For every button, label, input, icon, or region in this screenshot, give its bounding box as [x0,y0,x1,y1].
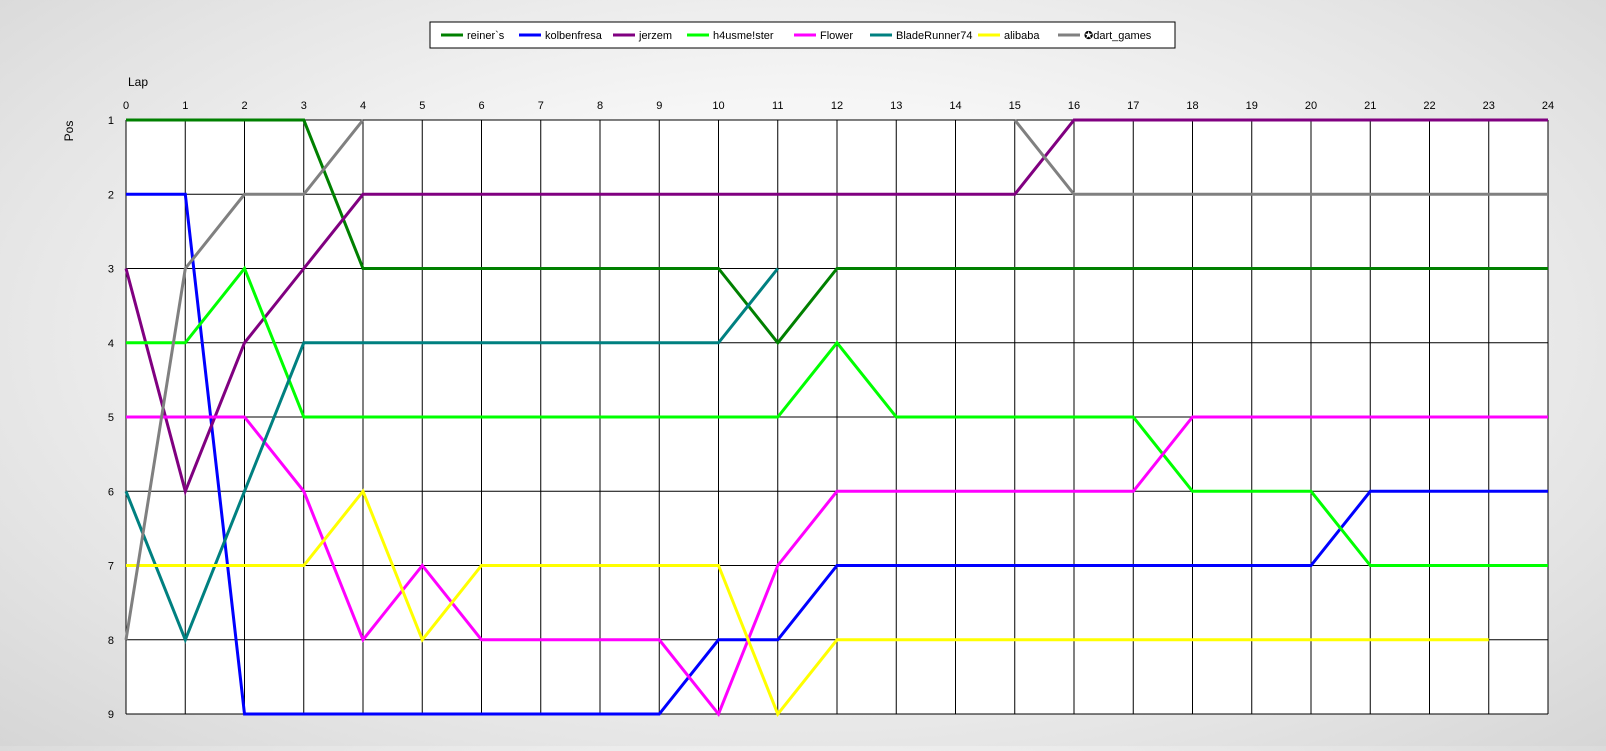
race-position-chart: Lap Pos 0 1 2 3 4 5 6 7 8 9 10 11 12 13 14 15 16 17 18 19 20… [62,21,1554,721]
y-tick-label: 4 [108,338,114,350]
legend-label-kolbenfresa: kolbenfresa [545,30,603,42]
x-tick-label: 22 [1423,100,1435,112]
legend-label-bladerunner74: BladeRunner74 [896,30,972,42]
x-tick-label: 7 [538,100,544,112]
x-tick-label: 19 [1246,100,1258,112]
x-tick-label: 6 [478,100,484,112]
x-tick-label: 18 [1186,100,1198,112]
y-tick-label: 6 [108,486,114,498]
y-tick-label: 8 [108,635,114,647]
x-tick-label: 13 [890,100,902,112]
legend-label-dart-games: ✪dart_games [1084,30,1152,42]
y-tick-label: 3 [108,264,114,276]
x-tick-label: 23 [1483,100,1495,112]
x-tick-label: 1 [182,100,188,112]
y-tick-label: 7 [108,561,114,573]
y-tick-label: 9 [108,709,114,721]
y-tick-label: 1 [108,115,114,127]
chart-area: Lap Pos 0 1 2 3 4 5 6 7 8 9 10 11 12 13 14 15 16 17 18 19 20… [0,0,1606,746]
x-tick-label: 11 [772,100,783,112]
y-tick-label: 2 [108,189,114,201]
legend-label-jerzem: jerzem [638,30,672,42]
x-tick-label: 20 [1305,100,1317,112]
x-tick-label: 21 [1364,100,1376,112]
x-tick-label: 2 [241,100,247,112]
legend: reiner`s kolbenfresa jerzem h4usme!ster Flow… [429,21,1176,49]
x-tick-label: 5 [419,100,425,112]
legend-label-reiner-s: reiner`s [467,30,505,42]
x-tick-label: 0 [123,100,129,112]
legend-label-alibaba: alibaba [1004,30,1040,42]
x-tick-label: 17 [1127,100,1139,112]
x-tick-label: 3 [301,100,307,112]
x-tick-label: 12 [831,100,843,112]
legend-label-flower: Flower [820,30,853,42]
x-tick-label: 14 [949,100,961,112]
legend-label-h4usme-ster: h4usme!ster [713,30,774,42]
y-tick-label: 5 [108,412,114,424]
x-tick-label: 24 [1542,100,1554,112]
x-tick-label: 9 [656,100,662,112]
x-tick-label: 10 [712,100,724,112]
x-tick-label: 4 [360,100,366,112]
x-tick-label: 8 [597,100,603,112]
x-tick-label: 15 [1009,100,1021,112]
x-tick-label: 16 [1068,100,1080,112]
y-axis-label: Pos [62,121,76,142]
x-axis-label: Lap [128,75,148,89]
